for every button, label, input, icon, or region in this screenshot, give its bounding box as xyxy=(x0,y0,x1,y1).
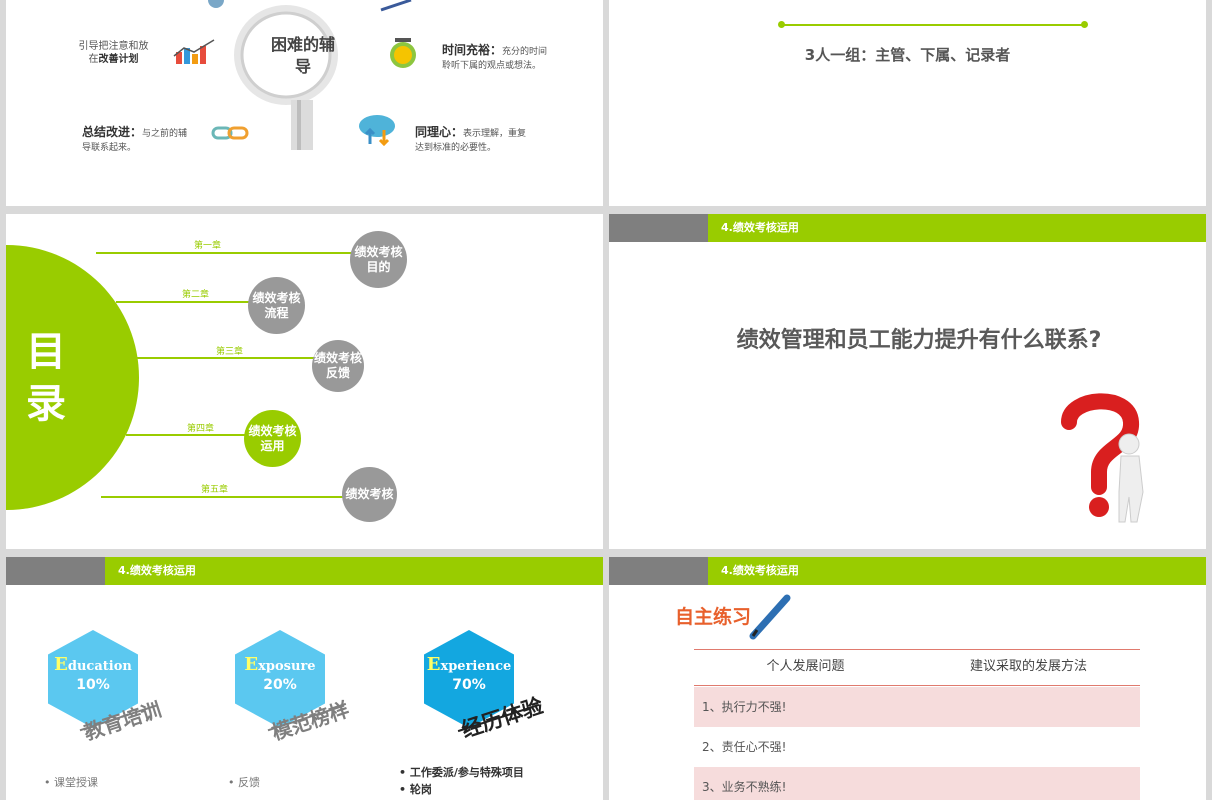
line-dot-left xyxy=(778,21,785,28)
chapter-circle-2[interactable]: 绩效考核流程 xyxy=(248,277,305,334)
slide-header: 4.绩效考核运用 xyxy=(609,214,1206,242)
slide-practice[interactable]: 4.绩效考核运用 自主练习 个人发展问题 建议采取的发展方法 1、执行力不强! … xyxy=(609,557,1206,800)
table-top-line xyxy=(694,649,1140,650)
summary-text: 总结改进：与之前的辅导联系起来。 xyxy=(82,125,188,154)
header-gray-block xyxy=(609,214,708,242)
slide-coaching[interactable]: 困难的辅导 引导把注意和放 在改善计划 时间充裕：充分的时间聆听下属的观点或想法… xyxy=(6,0,603,206)
slide-header: 4.绩效考核运用 xyxy=(609,557,1206,585)
chapter-circle-3[interactable]: 绩效考核反馈 xyxy=(312,340,364,392)
hex-education-pct: 10% xyxy=(76,677,110,693)
slide-70-20-10[interactable]: 4.绩效考核运用 Education 10% 教育培训 Exposure 20%… xyxy=(6,557,603,800)
table-row: 1、执行力不强! xyxy=(694,687,1140,727)
bullets-education: • 课堂授课 xyxy=(44,776,98,789)
table-header-line xyxy=(694,685,1140,686)
header-title: 4.绩效考核运用 xyxy=(721,564,799,577)
empathy-text: 同理心：表示理解，重复达到标准的必要性。 xyxy=(415,125,527,154)
hex-experience-pct: 70% xyxy=(452,677,486,693)
hex-exposure-label: Exposure xyxy=(244,654,316,675)
bullets-experience: • 工作委派/参与特殊项目 • 轮岗 xyxy=(399,766,524,796)
slide-groups[interactable]: 3人一组：主管、下属、记录者 xyxy=(609,0,1206,206)
hex-exposure-pct: 20% xyxy=(263,677,297,693)
practice-title: 自主练习 xyxy=(675,606,752,628)
chapter-line-3 xyxy=(136,357,316,359)
clock-icon xyxy=(390,38,416,68)
chapter-line-1 xyxy=(96,252,356,254)
bar-chart-icon xyxy=(173,39,215,64)
hex-education-label: Education xyxy=(54,654,132,675)
center-title: 困难的辅导 xyxy=(270,35,335,76)
hex-experience-label: Experience xyxy=(426,654,512,675)
question-text: 绩效管理和员工能力提升有什么联系? xyxy=(736,328,1102,353)
header-gray-block xyxy=(6,557,105,585)
pen-icon xyxy=(380,0,412,12)
bullets-exposure: • 反馈 xyxy=(228,776,260,789)
chapter-line-4 xyxy=(126,434,251,436)
chapter-label-2: 第二章 xyxy=(182,290,210,300)
time-text: 时间充裕：充分的时间聆听下属的观点或想法。 xyxy=(442,43,548,72)
chapter-line-5 xyxy=(101,496,351,498)
header-title: 4.绩效考核运用 xyxy=(721,221,799,234)
chapter-circle-5[interactable]: 绩效考核 xyxy=(342,467,397,522)
chapter-label-1: 第一章 xyxy=(194,241,222,251)
header-gray-block xyxy=(609,557,708,585)
question-mark-figure-icon xyxy=(1061,393,1144,523)
chapter-label-3: 第三章 xyxy=(216,347,244,357)
pen-icon xyxy=(749,594,791,640)
col-header-problem: 个人发展问题 xyxy=(766,659,845,674)
header-title: 4.绩效考核运用 xyxy=(118,564,196,577)
toc-title: 目录 xyxy=(26,329,66,427)
divider-line xyxy=(781,24,1084,26)
table-row: 2、责任心不强! xyxy=(694,727,1140,767)
gear-icon xyxy=(208,0,224,8)
col-header-method: 建议采取的发展方法 xyxy=(969,659,1087,674)
chapter-label-5: 第五章 xyxy=(201,485,229,495)
link-icon xyxy=(211,126,249,140)
chapter-label-4: 第四章 xyxy=(187,424,215,434)
guide-text: 引导把注意和放 在改善计划 xyxy=(78,41,149,65)
chapter-circle-4[interactable]: 绩效考核运用 xyxy=(244,410,301,467)
slide-header: 4.绩效考核运用 xyxy=(6,557,603,585)
group-text: 3人一组：主管、下属、记录者 xyxy=(804,46,1011,64)
chapter-line-2 xyxy=(116,301,251,303)
table-row: 3、业务不熟练! xyxy=(694,767,1140,800)
chapter-circle-1[interactable]: 绩效考核目的 xyxy=(350,231,407,288)
slide-question[interactable]: 4.绩效考核运用 绩效管理和员工能力提升有什么联系? xyxy=(609,214,1206,549)
line-dot-right xyxy=(1081,21,1088,28)
cloud-sync-icon xyxy=(359,115,395,146)
slide-toc[interactable]: 目录 第一章 绩效考核目的 第二章 绩效考核流程 第三章 绩效考核反馈 第四章 … xyxy=(6,214,603,549)
